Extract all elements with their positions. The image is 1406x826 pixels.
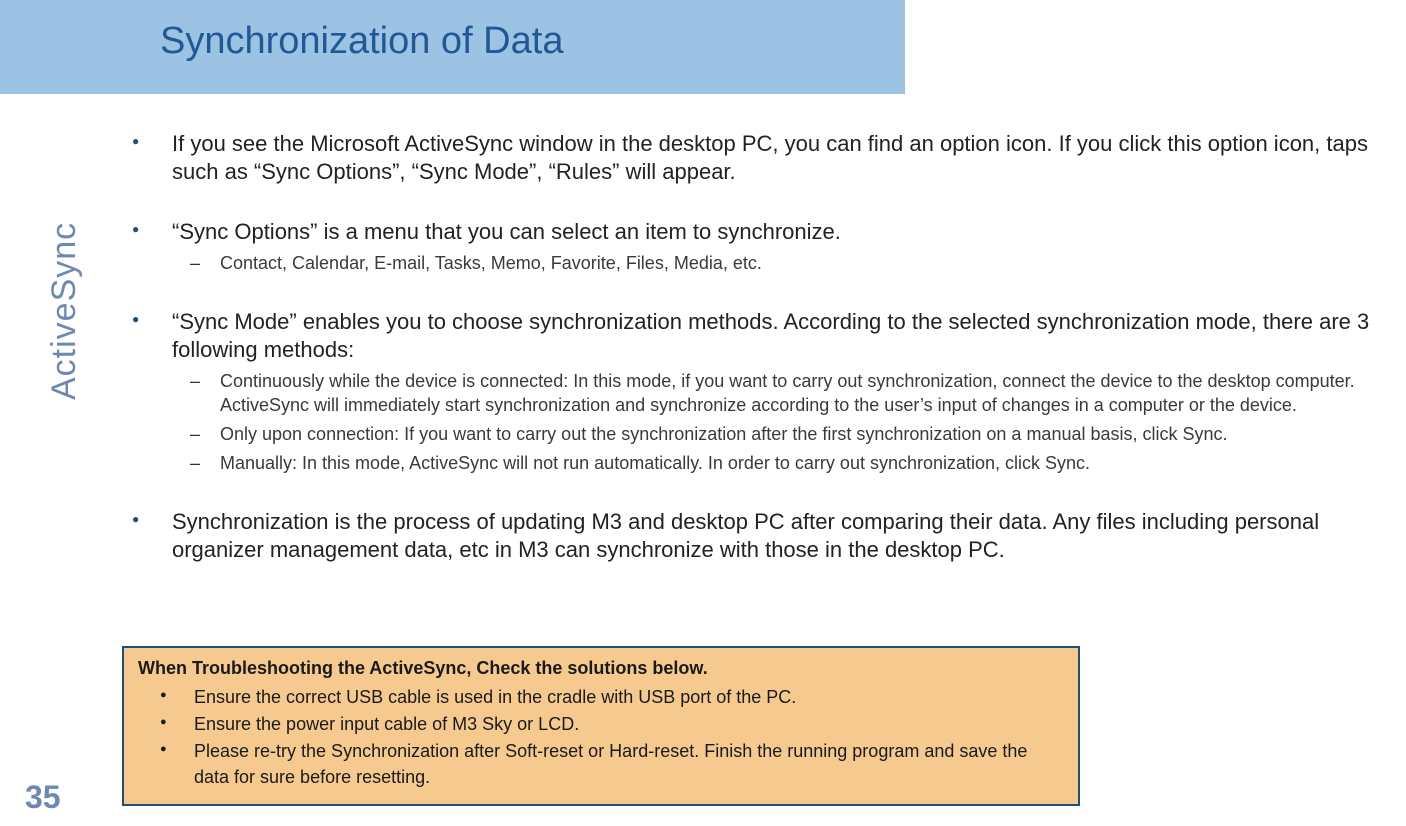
troubleshoot-list: Ensure the correct USB cable is used in … <box>138 685 1064 790</box>
sub-item: Only upon connection: If you want to car… <box>172 423 1392 446</box>
sub-item: Contact, Calendar, E-mail, Tasks, Memo, … <box>172 252 1392 275</box>
troubleshoot-heading: When Troubleshooting the ActiveSync, Che… <box>138 658 1064 679</box>
troubleshoot-item: Please re-try the Synchronization after … <box>138 739 1064 789</box>
bullet-item: Synchronization is the process of updati… <box>122 508 1392 564</box>
troubleshoot-item: Ensure the correct USB cable is used in … <box>138 685 1064 710</box>
sub-item: Continuously while the device is connect… <box>172 370 1392 417</box>
sub-list: Continuously while the device is connect… <box>172 370 1392 476</box>
bullet-text: “Sync Options” is a menu that you can se… <box>172 219 841 244</box>
sub-list: Contact, Calendar, E-mail, Tasks, Memo, … <box>172 252 1392 275</box>
troubleshoot-item: Ensure the power input cable of M3 Sky o… <box>138 712 1064 737</box>
troubleshoot-box: When Troubleshooting the ActiveSync, Che… <box>122 646 1080 806</box>
slide: Synchronization of Data ActiveSync 35 If… <box>0 0 1406 826</box>
bullet-text: If you see the Microsoft ActiveSync wind… <box>172 131 1368 184</box>
bullet-text: “Sync Mode” enables you to choose synchr… <box>172 309 1369 362</box>
bullet-list: If you see the Microsoft ActiveSync wind… <box>122 130 1392 596</box>
sub-item: Manually: In this mode, ActiveSync will … <box>172 452 1392 475</box>
bullet-item: “Sync Options” is a menu that you can se… <box>122 218 1392 276</box>
bullet-text: Synchronization is the process of updati… <box>172 509 1319 562</box>
bullet-item: If you see the Microsoft ActiveSync wind… <box>122 130 1392 186</box>
header-curve-icon <box>760 0 910 94</box>
bullet-item: “Sync Mode” enables you to choose synchr… <box>122 308 1392 476</box>
page-number: 35 <box>25 779 61 816</box>
slide-title: Synchronization of Data <box>160 20 563 63</box>
section-label: ActiveSync <box>45 222 84 400</box>
